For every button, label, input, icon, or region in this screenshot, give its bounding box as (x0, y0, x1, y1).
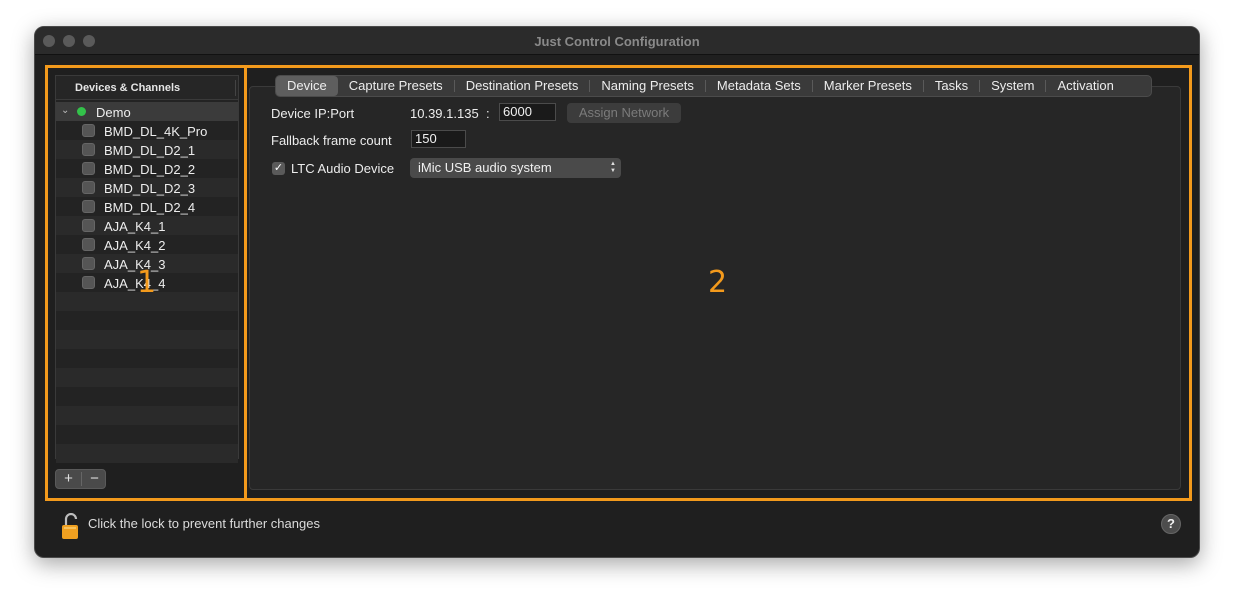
help-button[interactable]: ? (1161, 514, 1181, 534)
lock-open-icon[interactable] (61, 513, 79, 539)
title-bar: Just Control Configuration (35, 27, 1199, 55)
highlight-number-2: 2 (708, 265, 728, 300)
lock-status-text: Click the lock to prevent further change… (88, 516, 320, 531)
config-window: Just Control Configuration Devices & Cha… (34, 26, 1200, 558)
window-title: Just Control Configuration (534, 34, 700, 49)
highlight-number-1: 1 (137, 265, 157, 300)
